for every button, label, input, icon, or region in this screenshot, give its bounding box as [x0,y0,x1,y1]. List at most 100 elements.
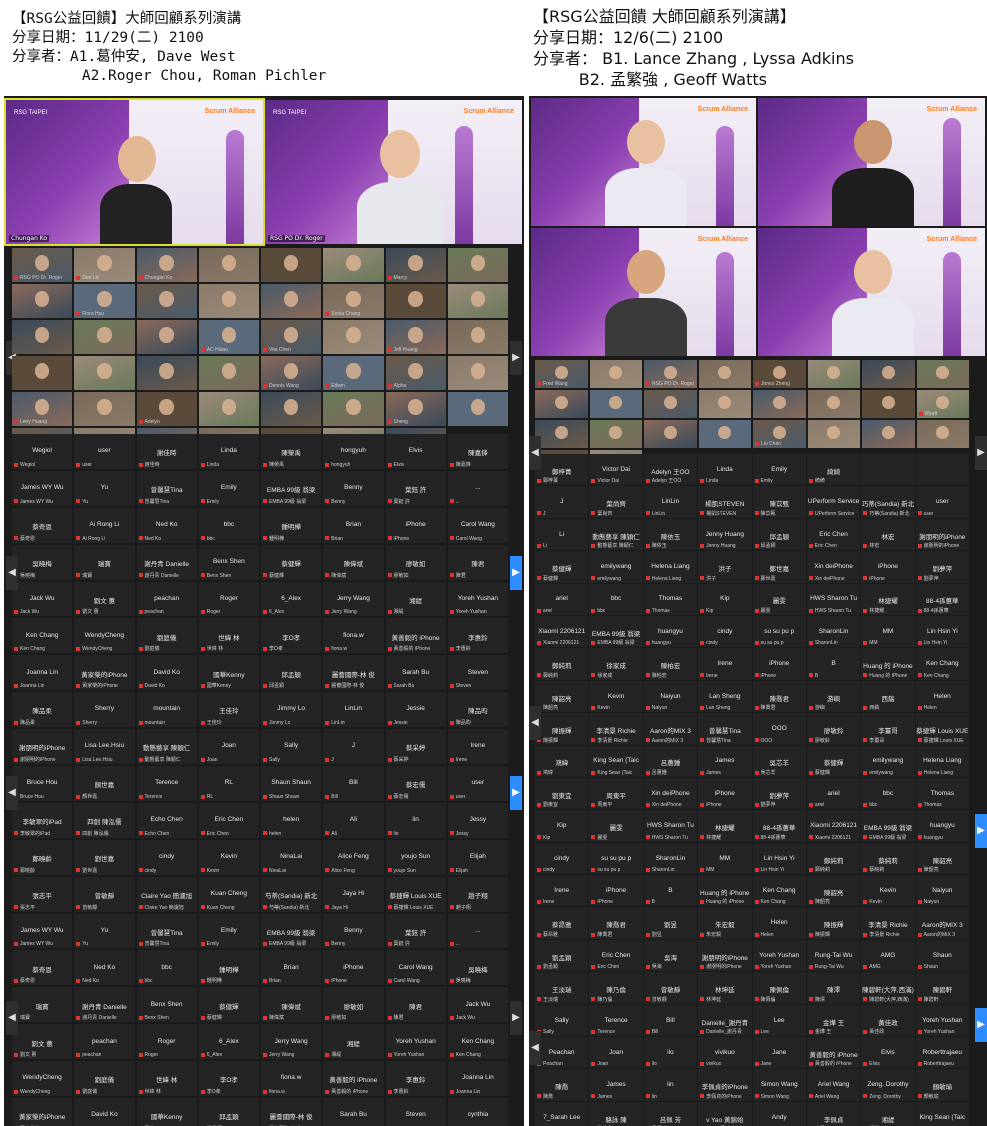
participant-name-tile[interactable]: Jack Wu Jack Wu [12,581,73,617]
participant-name-tile[interactable]: 駱詠 陳駱詠 陳 [589,1101,643,1126]
participant-name-tile[interactable]: ...... [447,913,508,949]
participant-video-tile[interactable]: Adelyn [136,392,197,426]
participant-name-tile[interactable]: Ken Chang Ken Chang [752,875,806,907]
participant-name-tile[interactable]: 蔡捷輝 Louis XUE 蔡捷輝 Louis XUE [385,876,446,912]
participant-name-tile[interactable]: BB [643,875,698,907]
participant-name-tile[interactable]: Thomas Thomas [915,777,969,810]
participant-name-tile[interactable]: Lan Sheng Lan Sheng [698,680,752,713]
participant-name-tile[interactable]: 李O孝 李O孝 [261,618,322,654]
participant-name-tile[interactable]: 黃家榮的iPhone黃家榮的iPhone [12,1098,73,1126]
participant-name-tile[interactable]: 黃家榮的iPhone黃家榮的iPhone [74,655,135,691]
participant-name-tile[interactable]: 巧蒂(Sandia) 新北 巧蒂(Sandia) 新北 [861,486,915,518]
participant-name-tile[interactable]: 張志平 張志平 [12,876,73,912]
participant-name-tile[interactable]: Ken Chang Ken Chang [12,618,73,654]
participant-name-tile[interactable]: 楊凱STEVEN 楊凱STEVEN [698,486,752,518]
participant-name-tile[interactable]: Simon Wang Simon Wang [752,1069,806,1101]
participant-name-tile[interactable]: iPhone iPhone [861,551,915,583]
participant-name-tile[interactable]: Joanna Lin Joanna Lin [447,1061,508,1097]
participant-name-tile[interactable]: 葉鈺 許葉鈺 許 [385,913,446,949]
participant-name-tile[interactable]: Jane Jane [752,1037,806,1069]
participant-name-tile[interactable]: Jerry Wang Jerry Wang [323,581,384,617]
participant-video-tile[interactable]: Edwin [323,356,384,390]
participant-name-tile[interactable]: 黃佳政 黃佳政 [861,1004,915,1037]
participant-video-tile[interactable] [644,420,697,448]
participant-name-tile[interactable]: James WY Wu James WY Wu [12,913,73,949]
participant-name-tile[interactable]: Ariel Wang Ariel Wang [806,1069,861,1101]
participant-name-tile[interactable]: 葉尚齊 葉尚齊 [589,486,643,518]
participant-name-tile[interactable]: 鄭世嘉 鄭世嘉 [752,551,806,583]
participant-name-tile[interactable]: Xiaomi 2206121 Xiaomi 2206121 [535,615,589,648]
participant-name-tile[interactable]: ilo ilo [643,1037,698,1069]
participant-name-tile[interactable]: su su pu p su su pu p [752,615,806,648]
participant-name-tile[interactable]: 陳振輝 陳振輝 [535,713,589,745]
participant-name-tile[interactable]: Claire Yao 簡濾旭 Claire Yao 簡濾旭 [136,876,197,912]
participant-name-tile[interactable]: Roger Roger [136,1024,197,1060]
speaker-video-2[interactable]: RSG TAIPEI Scrum Alliance RSG PO Dr. Roge… [265,100,522,244]
participant-name-tile[interactable]: Steven Steven [447,655,508,691]
participant-name-tile[interactable]: JJ [535,486,589,518]
participant-name-tile[interactable]: 動態藝享 陳穎仁 動態藝享 陳穎仁 [136,729,197,765]
participant-name-tile[interactable]: user user [915,486,969,518]
participant-name-tile[interactable]: 陳品昀 陳品昀 [447,692,508,728]
participant-name-tile[interactable]: Benx Shen Benx Shen [136,987,197,1023]
participant-name-tile[interactable]: WendyCheng WendyCheng [12,1061,73,1097]
participant-name-tile[interactable]: 88-4孫蕙華 88-4孫蕙華 [752,810,806,842]
participant-name-tile[interactable]: 湘緹湘緹 [861,1101,915,1126]
participant-video-tile[interactable] [198,392,259,426]
participant-name-tile[interactable]: Rung-Tai Wu Rung-Tai Wu [806,939,861,972]
participant-name-tile[interactable]: 陳碧軒(大萍,西滿) 陳碧軒(大萍,西滿) [861,972,915,1004]
participant-name-tile[interactable]: 陳君 陳君 [385,987,446,1023]
participant-name-tile[interactable]: Kip Kip [535,810,589,842]
participant-name-tile[interactable]: Linda Linda [198,434,259,469]
participant-video-tile[interactable] [74,356,135,390]
participant-name-tile[interactable]: Jessy Jessy [447,802,508,838]
participant-name-tile[interactable]: 黃善毅的 iPhone 黃善毅的 iPhone [385,618,446,654]
participant-name-tile[interactable]: EMBA 99級 翁梁 EMBA 99級 翁梁 [261,913,322,949]
participant-name-tile[interactable]: 陳偉斌 陳偉斌 [323,544,384,580]
participant-name-tile[interactable]: 蔡奇恩 蔡奇恩 [12,950,73,986]
participant-name-tile[interactable]: iPhone iPhone [698,777,752,810]
participant-name-tile[interactable]: 劉夢萍 劉夢萍 [915,551,969,583]
participant-name-tile[interactable]: 李O孝 李O孝 [198,1061,259,1097]
participant-video-tile[interactable] [589,420,642,448]
participant-name-tile[interactable]: Roger Roger [198,581,259,617]
participant-name-tile[interactable]: 曾敏靜 曾敏靜 [74,876,135,912]
participant-name-tile[interactable]: Eric Chen Eric Chen [806,518,861,551]
participant-video-tile[interactable] [535,420,588,448]
participant-video-tile[interactable] [12,320,73,354]
participant-name-tile[interactable]: BB [806,648,861,680]
participant-video-tile[interactable] [698,360,751,388]
participant-name-tile[interactable]: 國華Kenny 國華Kenny [198,655,259,691]
participant-name-tile[interactable]: Sarah BuSarah Bu [323,1098,384,1126]
participant-name-tile[interactable]: Kevin Kevin [198,839,259,875]
participant-name-tile[interactable]: 陳苡甄 陳苡甄 [752,486,806,518]
participant-name-tile[interactable]: Lin Hsin Yi Lin Hsin Yi [915,615,969,648]
participant-name-tile[interactable]: 陳振輝 陳振輝 [806,907,861,939]
participant-video-tile[interactable] [447,392,508,426]
participant-name-tile[interactable]: 呂佩 芳呂佩 芳 [643,1101,698,1126]
participant-name-tile[interactable]: 陳君 陳君 [447,544,508,580]
participant-name-tile[interactable]: 李惠鈴 李惠鈴 [385,1061,446,1097]
participant-name-tile[interactable]: Irene Irene [698,648,752,680]
participant-name-tile[interactable]: King Sean (TaicKing Sean (Taic [915,1101,969,1126]
speaker-video-1[interactable]: RSG TAIPEI Scrum Alliance Chungan Ko [4,98,265,246]
participant-name-tile[interactable]: Shaun Shaun Shaun Shaun [261,766,322,801]
participant-video-tile[interactable] [447,248,508,282]
gallery-next-arrow-r3[interactable]: ▶ [975,1008,987,1042]
participant-name-tile[interactable]: 蔡健輝 蔡健輝 [198,987,259,1023]
participant-name-tile[interactable]: Helen Helen [752,907,806,939]
participant-name-tile[interactable]: 湘緹湘緹 [323,1024,384,1060]
participant-name-tile[interactable]: 陳韶亮 陳韶亮 [915,842,969,875]
participant-video-tile[interactable]: Sheng [385,392,446,426]
participant-video-tile[interactable] [589,360,642,388]
participant-name-tile[interactable]: Bruce Hou Bruce Hou [12,766,73,801]
participant-name-tile[interactable]: 劉世嘉 劉世嘉 [74,839,135,875]
participant-name-tile[interactable]: 李佩貞的iPhone 李佩貞的iPhone [698,1069,752,1101]
participant-name-tile[interactable]: Helen Helen [915,680,969,713]
participant-name-tile[interactable]: HWS Sharon Tu HWS Sharon Tu [643,810,698,842]
participant-name-tile[interactable]: Jack Wu Jack Wu [447,987,508,1023]
participant-name-tile[interactable]: Yoreh Yushan Yoreh Yushan [385,1024,446,1060]
participant-name-tile[interactable]: v Yao 黃錦始v Yao 黃錦始 [698,1101,752,1126]
participant-name-tile[interactable] [861,454,915,486]
participant-name-tile[interactable]: ...... [447,470,508,506]
